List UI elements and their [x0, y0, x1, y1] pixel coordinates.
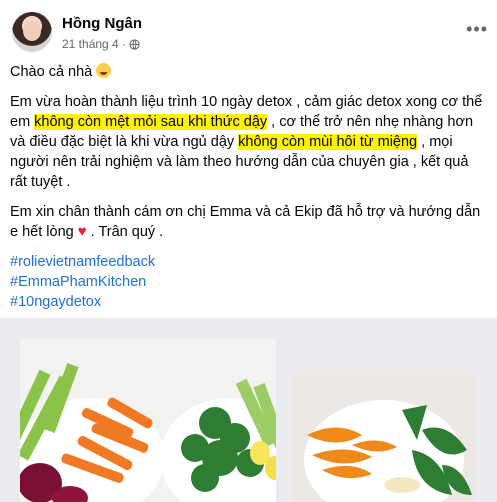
photo-vegetables-plate[interactable] [20, 338, 276, 502]
hashtag-link[interactable]: #rolievietnamfeedback [10, 252, 488, 272]
facebook-post: Hồng Ngân 21 tháng 4 · ••• Chào cả nhà E… [0, 0, 497, 502]
greeting-line: Chào cả nhà [10, 62, 488, 82]
photo-gallery [0, 318, 497, 502]
highlight-1: không còn mệt mỏi sau khi thức dậy [34, 114, 268, 130]
more-options-icon[interactable]: ••• [466, 20, 488, 38]
paragraph-1: Em vừa hoàn thành liệu trình 10 ngày det… [10, 92, 488, 192]
hashtag-link[interactable]: #10ngaydetox [10, 292, 488, 312]
avatar[interactable] [12, 12, 52, 52]
post-meta: 21 tháng 4 · [62, 37, 140, 51]
greeting-text: Chào cả nhà [10, 64, 93, 80]
meta-separator: · [121, 37, 126, 51]
photo-fruit-plate[interactable] [292, 370, 476, 502]
heart-icon: ♥ [77, 223, 87, 240]
hashtag-link[interactable]: #EmmaPhamKitchen [10, 272, 488, 292]
highlight-2: không còn mùi hôi từ miệng [238, 134, 418, 150]
paragraph-2: Em xin chân thành cám ơn chị Emma và cả … [10, 202, 488, 242]
hashtags: #rolievietnamfeedback #EmmaPhamKitchen #… [10, 252, 488, 312]
post-header: Hồng Ngân 21 tháng 4 · ••• [12, 12, 487, 54]
post-content: Chào cả nhà Em vừa hoàn thành liệu trình… [10, 62, 488, 312]
smiling-emoji-icon [96, 63, 112, 78]
author-name[interactable]: Hồng Ngân [62, 15, 142, 32]
globe-icon[interactable] [129, 38, 140, 50]
post-date[interactable]: 21 tháng 4 [62, 37, 119, 51]
para2-after: . Trân quý . [86, 224, 164, 240]
